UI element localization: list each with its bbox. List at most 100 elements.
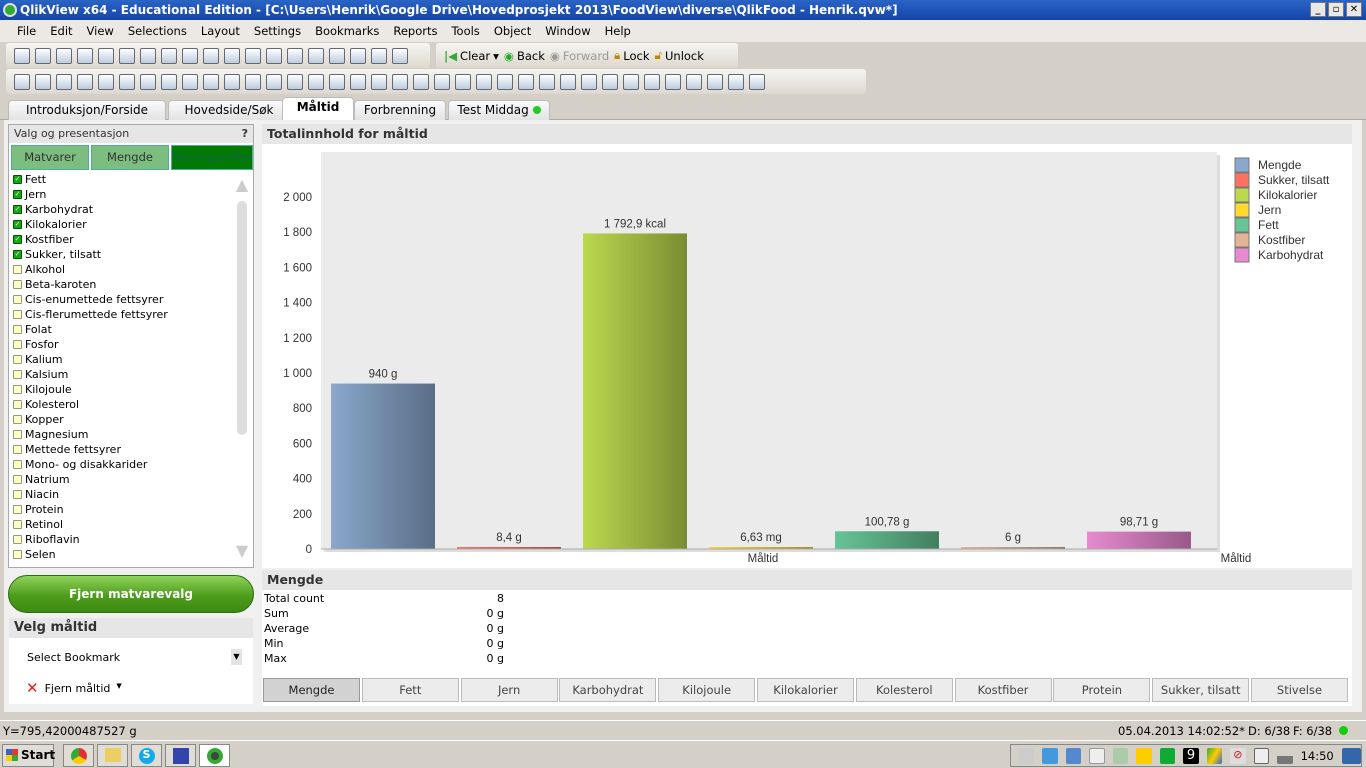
- listbox-scrollbar[interactable]: ▲ ▼: [234, 175, 250, 565]
- checkbox-icon[interactable]: [13, 445, 22, 454]
- design-tool-icon-5[interactable]: [98, 73, 114, 90]
- standard-tool-icon-6[interactable]: [119, 47, 135, 64]
- checkbox-checked-icon[interactable]: ✓: [13, 220, 22, 229]
- checkbox-icon[interactable]: [13, 355, 22, 364]
- listbox-item[interactable]: Niacin: [11, 487, 233, 502]
- measure-button-mengde[interactable]: Mengde: [263, 678, 360, 702]
- measure-button-karbohydrat[interactable]: Karbohydrat: [559, 678, 657, 702]
- menu-window[interactable]: Window: [545, 24, 590, 38]
- design-tool-icon-3[interactable]: [56, 73, 72, 90]
- measure-button-kolesterol[interactable]: Kolesterol: [855, 678, 953, 702]
- standard-tool-icon-3[interactable]: [56, 47, 72, 64]
- design-tool-icon-30[interactable]: [623, 73, 639, 90]
- listbox-item[interactable]: ✓ Kilokalorier: [11, 217, 233, 232]
- design-tool-icon-31[interactable]: [644, 73, 660, 90]
- measure-button-protein[interactable]: Protein: [1053, 678, 1151, 702]
- listbox-item[interactable]: Alkohol: [11, 262, 233, 277]
- design-tool-icon-23[interactable]: [476, 73, 492, 90]
- standard-tool-icon-10[interactable]: [203, 47, 219, 64]
- checkbox-icon[interactable]: [13, 280, 22, 289]
- standard-tool-icon-5[interactable]: [98, 47, 114, 64]
- menu-layout[interactable]: Layout: [201, 24, 240, 38]
- checkbox-icon[interactable]: [13, 550, 22, 559]
- standard-tool-icon-8[interactable]: [161, 47, 177, 64]
- unlock-button[interactable]: 🔓︎ Unlock: [655, 48, 704, 63]
- scroll-up-icon[interactable]: ▲: [234, 175, 250, 194]
- design-tool-icon-34[interactable]: [707, 73, 723, 90]
- listbox-item[interactable]: Protein: [11, 502, 233, 517]
- checkbox-checked-icon[interactable]: ✓: [13, 235, 22, 244]
- measure-button-kilojoule[interactable]: Kilojoule: [658, 678, 756, 702]
- forward-button[interactable]: ◉ Forward: [550, 49, 609, 63]
- menu-edit[interactable]: Edit: [50, 24, 72, 38]
- minimize-button[interactable]: _: [1310, 2, 1326, 17]
- listbox-item[interactable]: Riboflavin: [11, 532, 233, 547]
- design-tool-icon-7[interactable]: [140, 73, 156, 90]
- start-button[interactable]: Start: [2, 744, 55, 767]
- dropbox-icon[interactable]: [1042, 747, 1058, 764]
- design-tool-icon-16[interactable]: [329, 73, 345, 90]
- mute-icon[interactable]: ⊘: [1230, 747, 1246, 764]
- listbox-item[interactable]: Magnesium: [11, 427, 233, 442]
- taskbar-chrome[interactable]: [63, 744, 94, 767]
- design-tool-icon-8[interactable]: [161, 73, 177, 90]
- back-button[interactable]: ◉ Back: [504, 49, 545, 63]
- tab-forbrenning[interactable]: Forbrenning: [354, 100, 446, 120]
- standard-tool-icon-12[interactable]: [245, 47, 261, 64]
- menu-tools[interactable]: Tools: [451, 24, 479, 38]
- listbox-item[interactable]: ✓ Jern: [11, 187, 233, 202]
- listbox-item[interactable]: Natrium: [11, 472, 233, 487]
- checkbox-icon[interactable]: [13, 535, 22, 544]
- fjern-maltid-button[interactable]: ✕ Fjern måltid ▼: [26, 681, 122, 696]
- listbox-item[interactable]: Beta-karoten: [11, 277, 233, 292]
- design-tool-icon-11[interactable]: [224, 73, 240, 90]
- checkbox-icon[interactable]: [13, 460, 22, 469]
- checkbox-checked-icon[interactable]: ✓: [13, 175, 22, 184]
- checkbox-icon[interactable]: [13, 340, 22, 349]
- checkbox-icon[interactable]: [13, 295, 22, 304]
- design-tool-icon-18[interactable]: [371, 73, 387, 90]
- listbox-item[interactable]: Mettede fettsyrer: [11, 442, 233, 457]
- standard-tool-icon-11[interactable]: [224, 47, 240, 64]
- checkbox-icon[interactable]: [13, 505, 22, 514]
- design-tool-icon-33[interactable]: [686, 73, 702, 90]
- listbox-item[interactable]: Cis-enumettede fettsyrer: [11, 292, 233, 307]
- checkbox-icon[interactable]: [13, 400, 22, 409]
- listbox-item[interactable]: Kalsium: [11, 367, 233, 382]
- select-bookmark-dropdown[interactable]: Select Bookmark: [27, 651, 120, 664]
- flag-icon[interactable]: [1089, 747, 1105, 764]
- signal-icon[interactable]: [1277, 747, 1293, 764]
- design-tool-icon-2[interactable]: [35, 73, 51, 90]
- design-tool-icon-20[interactable]: [413, 73, 429, 90]
- checkbox-checked-icon[interactable]: ✓: [13, 250, 22, 259]
- listbox-item[interactable]: Kopper: [11, 412, 233, 427]
- listbox-item[interactable]: ✓ Karbohydrat: [11, 202, 233, 217]
- checkbox-checked-icon[interactable]: ✓: [13, 205, 22, 214]
- standard-tool-icon-4[interactable]: [77, 47, 93, 64]
- menu-file[interactable]: File: [17, 24, 36, 38]
- scroll-thumb[interactable]: [237, 201, 247, 435]
- checkbox-icon[interactable]: [13, 415, 22, 424]
- menu-reports[interactable]: Reports: [393, 24, 437, 38]
- measure-button-fett[interactable]: Fett: [361, 678, 459, 702]
- menu-view[interactable]: View: [87, 24, 114, 38]
- menu-selections[interactable]: Selections: [128, 24, 187, 38]
- listbox-item[interactable]: ✓ Fett: [11, 172, 233, 187]
- checkbox-icon[interactable]: [13, 385, 22, 394]
- design-tool-icon-35[interactable]: [728, 73, 744, 90]
- standard-tool-icon-16[interactable]: [329, 47, 345, 64]
- listbox-item[interactable]: Kilojoule: [11, 382, 233, 397]
- checkbox-icon[interactable]: [13, 475, 22, 484]
- listbox-item[interactable]: Fosfor: [11, 337, 233, 352]
- listbox-item[interactable]: Folat: [11, 322, 233, 337]
- wifi-icon[interactable]: [1019, 747, 1035, 764]
- standard-tool-icon-9[interactable]: [182, 47, 198, 64]
- notes-icon[interactable]: [1136, 747, 1152, 764]
- menu-settings[interactable]: Settings: [254, 24, 301, 38]
- lock-button[interactable]: 🔒︎ Lock: [614, 48, 649, 63]
- checkbox-icon[interactable]: [13, 490, 22, 499]
- standard-tool-icon-7[interactable]: [140, 47, 156, 64]
- checkbox-icon[interactable]: [13, 430, 22, 439]
- standard-tool-icon-18[interactable]: [371, 47, 387, 64]
- design-tool-icon-29[interactable]: [602, 73, 618, 90]
